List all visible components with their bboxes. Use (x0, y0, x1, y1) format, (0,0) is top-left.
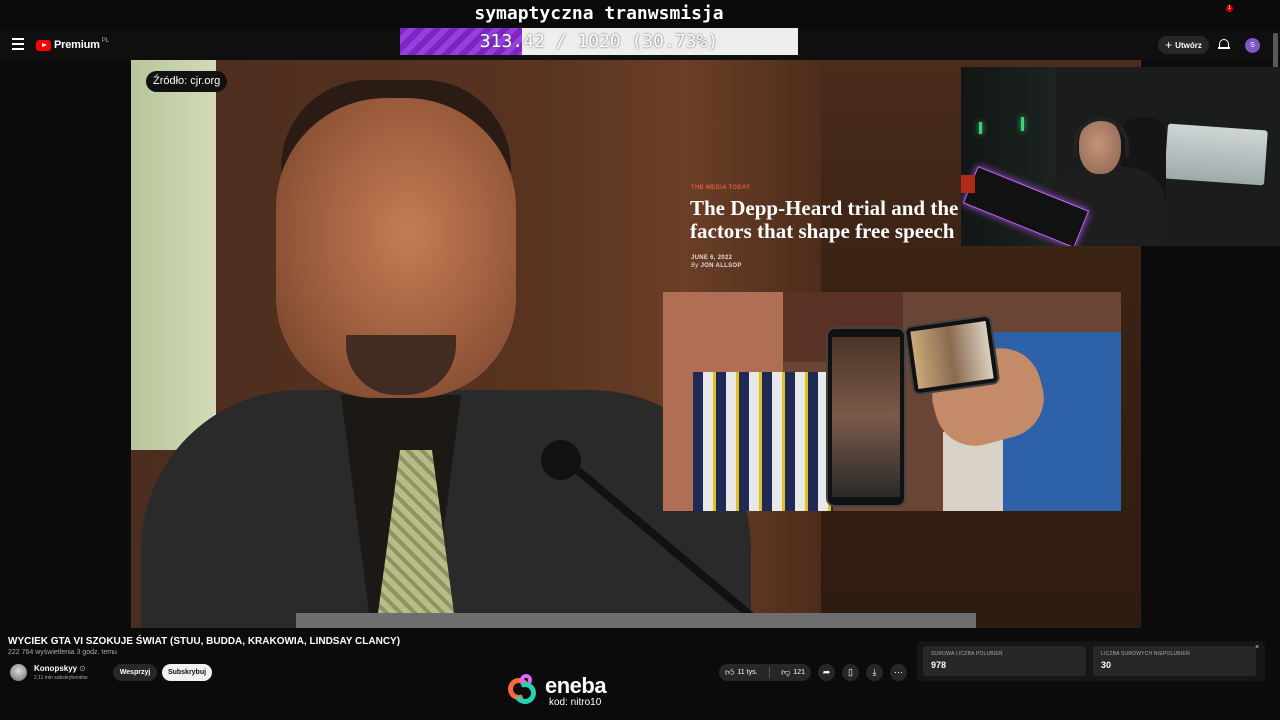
video-actions: 👍︎ 11 tys. 👎︎ 121 ➦ ▯ ⤓ ⋯ (719, 664, 907, 681)
photo-phone-second (903, 314, 1001, 396)
download-icon: ⤓ (872, 667, 877, 677)
photo-phone (826, 327, 906, 507)
article-author: JON ALLSOP (700, 263, 742, 269)
article-author-prefix: By (691, 263, 699, 269)
streamer-webcam (961, 67, 1280, 246)
youtube-premium-logo[interactable]: Premium PL (36, 38, 109, 52)
stream-goal-progress-bar: 313.42 / 1020 (30.73%) (400, 28, 798, 55)
create-label: Utwórz (1175, 40, 1202, 50)
subscribe-button[interactable]: Subskrybuj (162, 664, 212, 681)
notification-badge: 1 (1226, 5, 1233, 12)
raw-dislikes-value: 30 (1101, 660, 1112, 670)
more-actions-button[interactable]: ⋯ (890, 664, 907, 681)
channel-name-text: Konopskyy (34, 664, 78, 673)
article-byline: By JON ALLSOP (691, 263, 742, 269)
plus-icon: + (1165, 38, 1173, 52)
stream-goal-title: symaptyczna tranwsmisja (474, 3, 724, 24)
channel-subscribers: 2,11 mln subskrybentów (34, 675, 88, 681)
thumbs-down-icon: 👎︎ (781, 667, 791, 677)
raw-likes-label: SUROWA LICZBA POLUBIEŃ (931, 651, 1003, 657)
article-date: JUNE 6, 2022 (691, 255, 733, 261)
eneba-logo-icon (504, 674, 540, 708)
verified-check-icon: ⊙ (79, 664, 86, 673)
like-count: 11 tys. (737, 669, 758, 676)
logo-country: PL (101, 38, 110, 44)
raw-dislikes-label: LICZBA SUROWYCH NIEPOLUBIEŃ (1101, 651, 1190, 657)
bookmark-icon: ▯ (848, 667, 853, 677)
raw-likes-value: 978 (931, 660, 947, 670)
raw-dislikes-box: LICZBA SUROWYCH NIEPOLUBIEŃ 30 (1093, 646, 1256, 676)
sponsor-name: eneba (545, 673, 607, 698)
sponsor-code: kod: nitro10 (549, 697, 602, 708)
hamburger-menu-icon[interactable] (12, 38, 24, 50)
youtube-play-icon (36, 39, 51, 51)
page: Premium PL + Utwórz S 1 symaptyczna tran… (0, 0, 1280, 720)
page-scrollbar[interactable] (1273, 33, 1278, 71)
logo-text: Premium (54, 39, 100, 51)
support-button[interactable]: Wesprzyj (113, 664, 157, 681)
source-badge: Źródło: cjr.org (146, 71, 228, 92)
download-button[interactable]: ⤓ (866, 664, 883, 681)
create-button[interactable]: + Utwórz (1158, 36, 1209, 54)
share-icon: ➦ (822, 667, 831, 677)
article-title: The Depp-Heard trial and the factors tha… (690, 196, 959, 243)
webcam-light (979, 122, 982, 134)
raw-likes-box: SUROWA LICZBA POLUBIEŃ 978 (923, 646, 1086, 676)
video-meta: 222 764 wyświetlenia 3 godz. temu (8, 649, 117, 656)
share-button[interactable]: ➦ (818, 664, 835, 681)
notifications-bell-icon[interactable] (1218, 38, 1230, 51)
stream-goal-text: 313.42 / 1020 (30.73%) (479, 31, 719, 52)
article-kicker: THE MEDIA TODAY (691, 185, 751, 191)
account-avatar[interactable]: S (1245, 38, 1260, 53)
dislike-button[interactable]: 👎︎ 121 (781, 668, 805, 677)
close-icon[interactable]: × (1255, 644, 1259, 651)
like-dislike-group: 👍︎ 11 tys. 👎︎ 121 (719, 664, 811, 681)
channel-avatar[interactable] (10, 664, 27, 681)
like-button[interactable]: 👍︎ 11 tys. (725, 668, 758, 677)
webcam-box (1164, 123, 1268, 186)
save-button[interactable]: ▯ (842, 664, 859, 681)
raw-stats-panel: SUROWA LICZBA POLUBIEŃ 978 LICZBA SUROWY… (917, 641, 1265, 681)
webcam-headset (1073, 117, 1129, 157)
article-photo (663, 292, 1121, 511)
channel-name[interactable]: Konopskyy ⊙ (34, 664, 86, 673)
video-bottom-strip (296, 613, 976, 628)
video-title: WYCIEK GTA VI SZOKUJE ŚWIAT (STUU, BUDDA… (8, 636, 401, 647)
thumbs-up-icon: 👍︎ (725, 667, 735, 677)
webcam-red-object (961, 175, 975, 193)
webcam-light (1021, 117, 1024, 131)
more-icon: ⋯ (894, 667, 903, 677)
video-wall (131, 60, 216, 450)
dislike-count: 121 (793, 669, 805, 676)
